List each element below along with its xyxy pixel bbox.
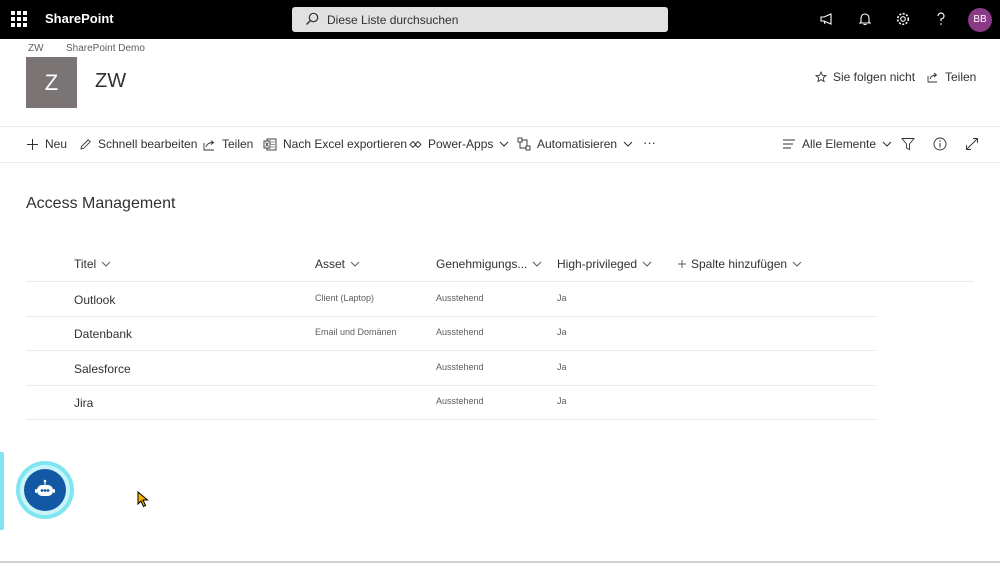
column-header-label: High-privileged	[557, 257, 638, 271]
new-button[interactable]: Neu	[26, 137, 67, 151]
export-excel-label: Nach Excel exportieren	[283, 137, 408, 151]
cell-approval: Ausstehend	[436, 362, 484, 372]
table-row[interactable]: Outlook Client (Laptop) Ausstehend Ja	[26, 282, 876, 317]
megaphone-icon[interactable]	[819, 11, 835, 27]
cell-title[interactable]: Outlook	[74, 293, 115, 307]
search-input[interactable]	[327, 11, 657, 28]
cell-approval: Ausstehend	[436, 396, 484, 406]
quick-edit-label: Schnell bearbeiten	[98, 137, 198, 151]
table-row[interactable]: Datenbank Email und Domänen Ausstehend J…	[26, 316, 876, 351]
cell-privileged: Ja	[557, 362, 567, 372]
table-row[interactable]: Jira Ausstehend Ja	[26, 385, 876, 420]
site-title[interactable]: ZW	[95, 70, 126, 93]
list-title: Access Management	[26, 195, 176, 212]
column-header-label: Genehmigungs...	[436, 257, 528, 271]
search-icon	[306, 12, 319, 25]
star-icon	[815, 71, 827, 83]
follow-label: Sie folgen nicht	[833, 70, 916, 84]
power-apps-button[interactable]: Power-Apps	[409, 137, 509, 151]
app-launcher-icon[interactable]	[11, 11, 27, 27]
robot-icon	[35, 479, 55, 496]
more-commands-button[interactable]: ···	[643, 135, 656, 150]
cell-asset: Email und Domänen	[315, 327, 397, 337]
table-row[interactable]: Salesforce Ausstehend Ja	[26, 351, 876, 386]
follow-button[interactable]: Sie folgen nicht	[815, 70, 915, 84]
chevron-down-icon	[101, 261, 111, 267]
help-icon[interactable]	[933, 11, 949, 27]
column-header-approval[interactable]: Genehmigungs...	[436, 257, 542, 271]
chevron-down-icon	[642, 261, 652, 267]
plus-icon	[27, 138, 38, 150]
mouse-cursor-icon	[137, 491, 149, 508]
add-column-button[interactable]: Spalte hinzufügen	[677, 257, 802, 271]
automate-button[interactable]: Automatisieren	[517, 137, 633, 151]
excel-icon	[263, 138, 277, 150]
user-avatar[interactable]: BB	[968, 8, 992, 32]
filter-icon[interactable]	[901, 137, 915, 151]
cell-privileged: Ja	[557, 327, 567, 337]
chevron-down-icon	[792, 261, 802, 267]
power-apps-label: Power-Apps	[428, 137, 494, 151]
app-name[interactable]: SharePoint	[45, 11, 114, 26]
breadcrumb-demo[interactable]: SharePoint Demo	[66, 43, 145, 54]
view-label: Alle Elemente	[802, 137, 877, 151]
share-site-button[interactable]: Teilen	[927, 70, 976, 84]
share-icon	[203, 139, 215, 150]
search-box[interactable]	[292, 7, 668, 32]
list-icon	[783, 139, 795, 149]
flow-icon	[517, 137, 531, 151]
share-icon	[927, 72, 938, 83]
expand-icon[interactable]	[965, 137, 979, 151]
cell-title[interactable]: Salesforce	[74, 362, 131, 376]
pencil-icon	[80, 138, 91, 150]
cell-title[interactable]: Datenbank	[74, 327, 132, 341]
gear-icon[interactable]	[895, 11, 911, 27]
export-excel-button[interactable]: Nach Excel exportieren	[263, 137, 407, 151]
cell-approval: Ausstehend	[436, 327, 484, 337]
info-icon[interactable]	[933, 137, 947, 151]
bell-icon[interactable]	[857, 11, 873, 27]
cell-privileged: Ja	[557, 293, 567, 303]
automate-label: Automatisieren	[537, 137, 618, 151]
command-bar: Neu Schnell bearbeiten Teilen Nach Excel…	[0, 126, 1000, 163]
site-logo[interactable]: Z	[26, 57, 77, 108]
side-panel-handle[interactable]	[0, 452, 4, 530]
column-header-label: Titel	[74, 257, 97, 271]
share-button[interactable]: Teilen	[203, 137, 253, 151]
view-selector[interactable]: Alle Elemente	[782, 137, 892, 151]
power-apps-icon	[409, 140, 422, 148]
cell-title[interactable]: Jira	[74, 396, 93, 410]
chevron-down-icon	[882, 141, 892, 147]
new-label: Neu	[45, 137, 68, 151]
quick-edit-button[interactable]: Schnell bearbeiten	[79, 137, 197, 151]
share-site-label: Teilen	[945, 70, 977, 84]
cell-approval: Ausstehend	[436, 293, 484, 303]
column-header-privileged[interactable]: High-privileged	[557, 257, 652, 271]
column-header-label: Asset	[315, 257, 346, 271]
breadcrumb-site[interactable]: ZW	[28, 43, 44, 54]
cell-asset: Client (Laptop)	[315, 293, 375, 303]
chevron-down-icon	[350, 261, 360, 267]
plus-icon	[678, 260, 686, 268]
cell-privileged: Ja	[557, 396, 567, 406]
add-column-label: Spalte hinzufügen	[691, 257, 788, 271]
chatbot-button[interactable]	[24, 469, 66, 511]
chevron-down-icon	[500, 141, 509, 147]
suite-bar: SharePoint BB	[0, 0, 1000, 39]
chevron-down-icon	[623, 141, 633, 147]
chevron-down-icon	[533, 261, 542, 267]
column-header-title[interactable]: Titel	[74, 257, 111, 271]
share-label: Teilen	[222, 137, 254, 151]
column-header-asset[interactable]: Asset	[315, 257, 360, 271]
